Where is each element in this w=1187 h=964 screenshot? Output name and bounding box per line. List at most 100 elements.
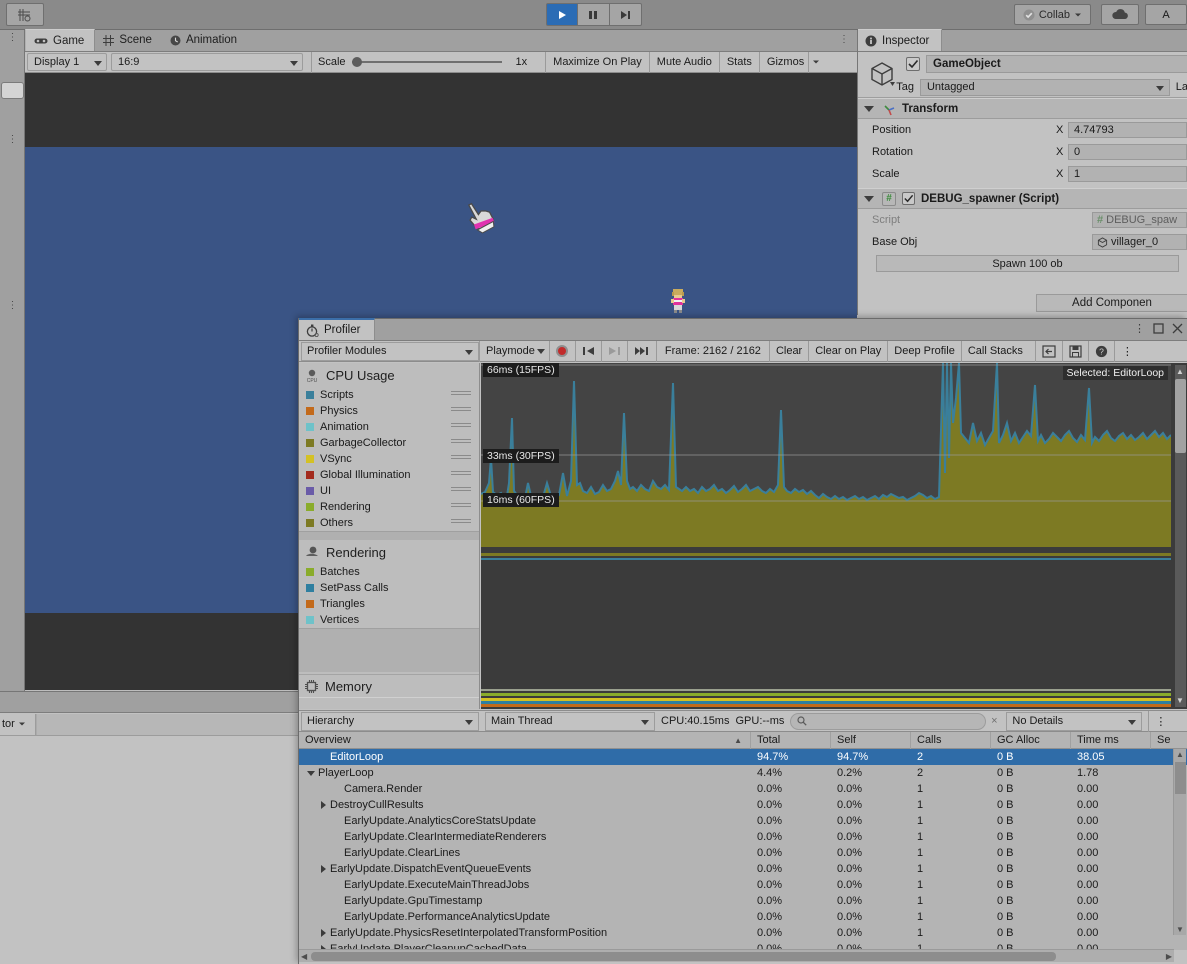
- display-select[interactable]: Display 1: [27, 53, 107, 71]
- tab-game[interactable]: Game: [25, 29, 96, 51]
- table-row[interactable]: EarlyUpdate.GpuTimestamp 0.0% 0.0% 1 0 B 0.00: [299, 893, 1187, 909]
- add-component-button[interactable]: Add Componen: [1036, 294, 1187, 312]
- tab-profiler[interactable]: Profiler: [299, 318, 376, 340]
- call-stacks-button[interactable]: Call Stacks: [960, 340, 1029, 362]
- scroll-down-icon[interactable]: ▼: [1176, 925, 1184, 934]
- debug-spawner-enabled-checkbox[interactable]: [902, 192, 915, 205]
- baseobj-field[interactable]: villager_0: [1092, 234, 1187, 250]
- module-item-scripts[interactable]: Scripts: [299, 387, 479, 403]
- drag-handle-icon[interactable]: [451, 423, 471, 429]
- hierarchy-kebab-button[interactable]: ⋮: [1148, 710, 1172, 732]
- table-row[interactable]: EditorLoop 94.7% 94.7% 2 0 B 38.05: [299, 749, 1187, 765]
- module-title-memory[interactable]: Memory: [299, 674, 479, 698]
- column-total[interactable]: Total: [751, 731, 831, 749]
- gameobject-name-field[interactable]: GameObject: [926, 55, 1187, 73]
- play-button[interactable]: [545, 3, 578, 26]
- close-icon[interactable]: [1172, 323, 1183, 334]
- drag-handle-icon[interactable]: [451, 519, 471, 525]
- module-item-others[interactable]: Others: [299, 515, 479, 531]
- account-button[interactable]: A: [1145, 4, 1187, 25]
- column-gc-alloc[interactable]: GC Alloc: [991, 731, 1071, 749]
- scroll-left-icon[interactable]: ◀: [301, 952, 307, 961]
- scale-x-field[interactable]: 1: [1068, 166, 1187, 182]
- rotation-x-field[interactable]: 0: [1068, 144, 1187, 160]
- graph-scroll-thumb[interactable]: [1175, 379, 1186, 453]
- column-self-ms[interactable]: Se: [1151, 732, 1187, 749]
- transform-pivot-icon[interactable]: [6, 3, 44, 26]
- drag-handle-icon[interactable]: [451, 407, 471, 413]
- foldout-transform-icon[interactable]: [864, 105, 874, 112]
- maximize-on-play-button[interactable]: Maximize On Play: [545, 51, 649, 73]
- tab-inspector[interactable]: Inspector: [858, 29, 943, 51]
- column-calls[interactable]: Calls: [911, 731, 991, 749]
- column-time-ms[interactable]: Time ms: [1071, 731, 1151, 749]
- module-item-ui[interactable]: UI: [299, 483, 479, 499]
- profiler-table-body[interactable]: EditorLoop 94.7% 94.7% 2 0 B 38.05 PlayerLoop 4…: [299, 749, 1187, 950]
- clear-on-play-button[interactable]: Clear on Play: [808, 340, 887, 362]
- component-header-debug-spawner[interactable]: # DEBUG_spawner (Script): [858, 188, 1187, 209]
- table-row[interactable]: EarlyUpdate.PhysicsResetInterpolatedTran…: [299, 925, 1187, 941]
- expand-arrow-icon[interactable]: [321, 865, 326, 873]
- search-input[interactable]: [790, 712, 987, 730]
- table-hscroll-thumb[interactable]: [311, 952, 1056, 961]
- module-item-vsync[interactable]: VSync: [299, 451, 479, 467]
- module-item-setpass-calls[interactable]: SetPass Calls: [299, 580, 479, 596]
- table-row[interactable]: EarlyUpdate.ClearLines 0.0% 0.0% 1 0 B 0.00: [299, 845, 1187, 861]
- collab-button[interactable]: Collab: [1013, 4, 1091, 25]
- module-title-rendering[interactable]: Rendering: [299, 540, 479, 564]
- table-vertical-scrollbar[interactable]: ▲ ▼: [1173, 749, 1186, 935]
- collapse-arrow-icon[interactable]: [307, 770, 315, 776]
- spawn-100-button[interactable]: Spawn 100 ob: [876, 255, 1179, 272]
- search-clear-icon[interactable]: ×: [986, 715, 1002, 727]
- kebab-icon[interactable]: ⋮: [1134, 322, 1145, 335]
- drag-handle-icon[interactable]: [451, 439, 471, 445]
- left-swatch[interactable]: [1, 82, 24, 99]
- pause-button[interactable]: [577, 3, 610, 26]
- deep-profile-button[interactable]: Deep Profile: [887, 340, 961, 362]
- scroll-right-icon[interactable]: ▶: [1166, 952, 1172, 961]
- module-item-garbagecollector[interactable]: GarbageCollector: [299, 435, 479, 451]
- gizmos-dropdown-icon[interactable]: [808, 51, 822, 73]
- step-button[interactable]: [609, 3, 642, 26]
- module-item-animation[interactable]: Animation: [299, 419, 479, 435]
- script-field[interactable]: # DEBUG_spaw: [1092, 212, 1187, 228]
- tag-select[interactable]: Untagged: [919, 78, 1170, 96]
- cpu-usage-chart[interactable]: 66ms (15FPS) 33ms (30FPS) 16ms (60FPS): [481, 363, 1172, 547]
- lower-left-search-field[interactable]: [36, 713, 298, 735]
- table-row[interactable]: EarlyUpdate.DispatchEventQueueEvents 0.0%…: [299, 861, 1187, 877]
- rendering-chart[interactable]: [481, 560, 1171, 695]
- lower-left-select[interactable]: tor: [0, 713, 36, 735]
- module-item-physics[interactable]: Physics: [299, 403, 479, 419]
- playmode-dropdown[interactable]: Playmode: [479, 340, 549, 362]
- first-frame-button[interactable]: [574, 340, 601, 362]
- module-item-vertices[interactable]: Vertices: [299, 612, 479, 628]
- clear-button[interactable]: Clear: [768, 340, 808, 362]
- view-mode-dropdown[interactable]: Hierarchy: [301, 711, 479, 731]
- column-overview[interactable]: Overview ▲: [299, 731, 751, 749]
- expand-arrow-icon[interactable]: [321, 929, 326, 937]
- drag-handle-icon[interactable]: [451, 391, 471, 397]
- details-dropdown[interactable]: No Details: [1006, 711, 1143, 731]
- stats-button[interactable]: Stats: [718, 51, 759, 73]
- record-button[interactable]: [548, 340, 575, 362]
- table-row[interactable]: PlayerLoop 4.4% 0.2% 2 0 B 1.78: [299, 765, 1187, 781]
- scale-slider-knob[interactable]: [351, 57, 362, 67]
- scroll-up-icon[interactable]: ▲: [1176, 367, 1184, 376]
- game-panel-menu-icon[interactable]: ⋮: [839, 34, 849, 45]
- save-profile-button[interactable]: [1061, 340, 1088, 362]
- position-x-field[interactable]: 4.74793: [1068, 122, 1187, 138]
- load-profile-button[interactable]: [1034, 340, 1062, 362]
- profiler-graph-area[interactable]: 66ms (15FPS) 33ms (30FPS) 16ms (60FPS) S…: [481, 363, 1187, 709]
- panel-drag-handle[interactable]: ⋮: [0, 300, 25, 311]
- aspect-select[interactable]: 16:9: [111, 53, 303, 71]
- mute-audio-button[interactable]: Mute Audio: [648, 51, 719, 73]
- profiler-kebab-button[interactable]: ⋮: [1113, 340, 1140, 362]
- foldout-debug-spawner-icon[interactable]: [864, 195, 874, 202]
- panel-drag-handle[interactable]: ⋮: [0, 32, 25, 43]
- cloud-button[interactable]: [1101, 4, 1139, 25]
- scroll-up-icon[interactable]: ▲: [1176, 750, 1184, 759]
- table-scroll-thumb[interactable]: [1175, 762, 1186, 794]
- table-horizontal-scrollbar[interactable]: ◀ ▶: [299, 949, 1174, 962]
- table-row[interactable]: EarlyUpdate.ClearIntermediateRenderers 0.…: [299, 829, 1187, 845]
- gameobject-enabled-checkbox[interactable]: [906, 57, 920, 71]
